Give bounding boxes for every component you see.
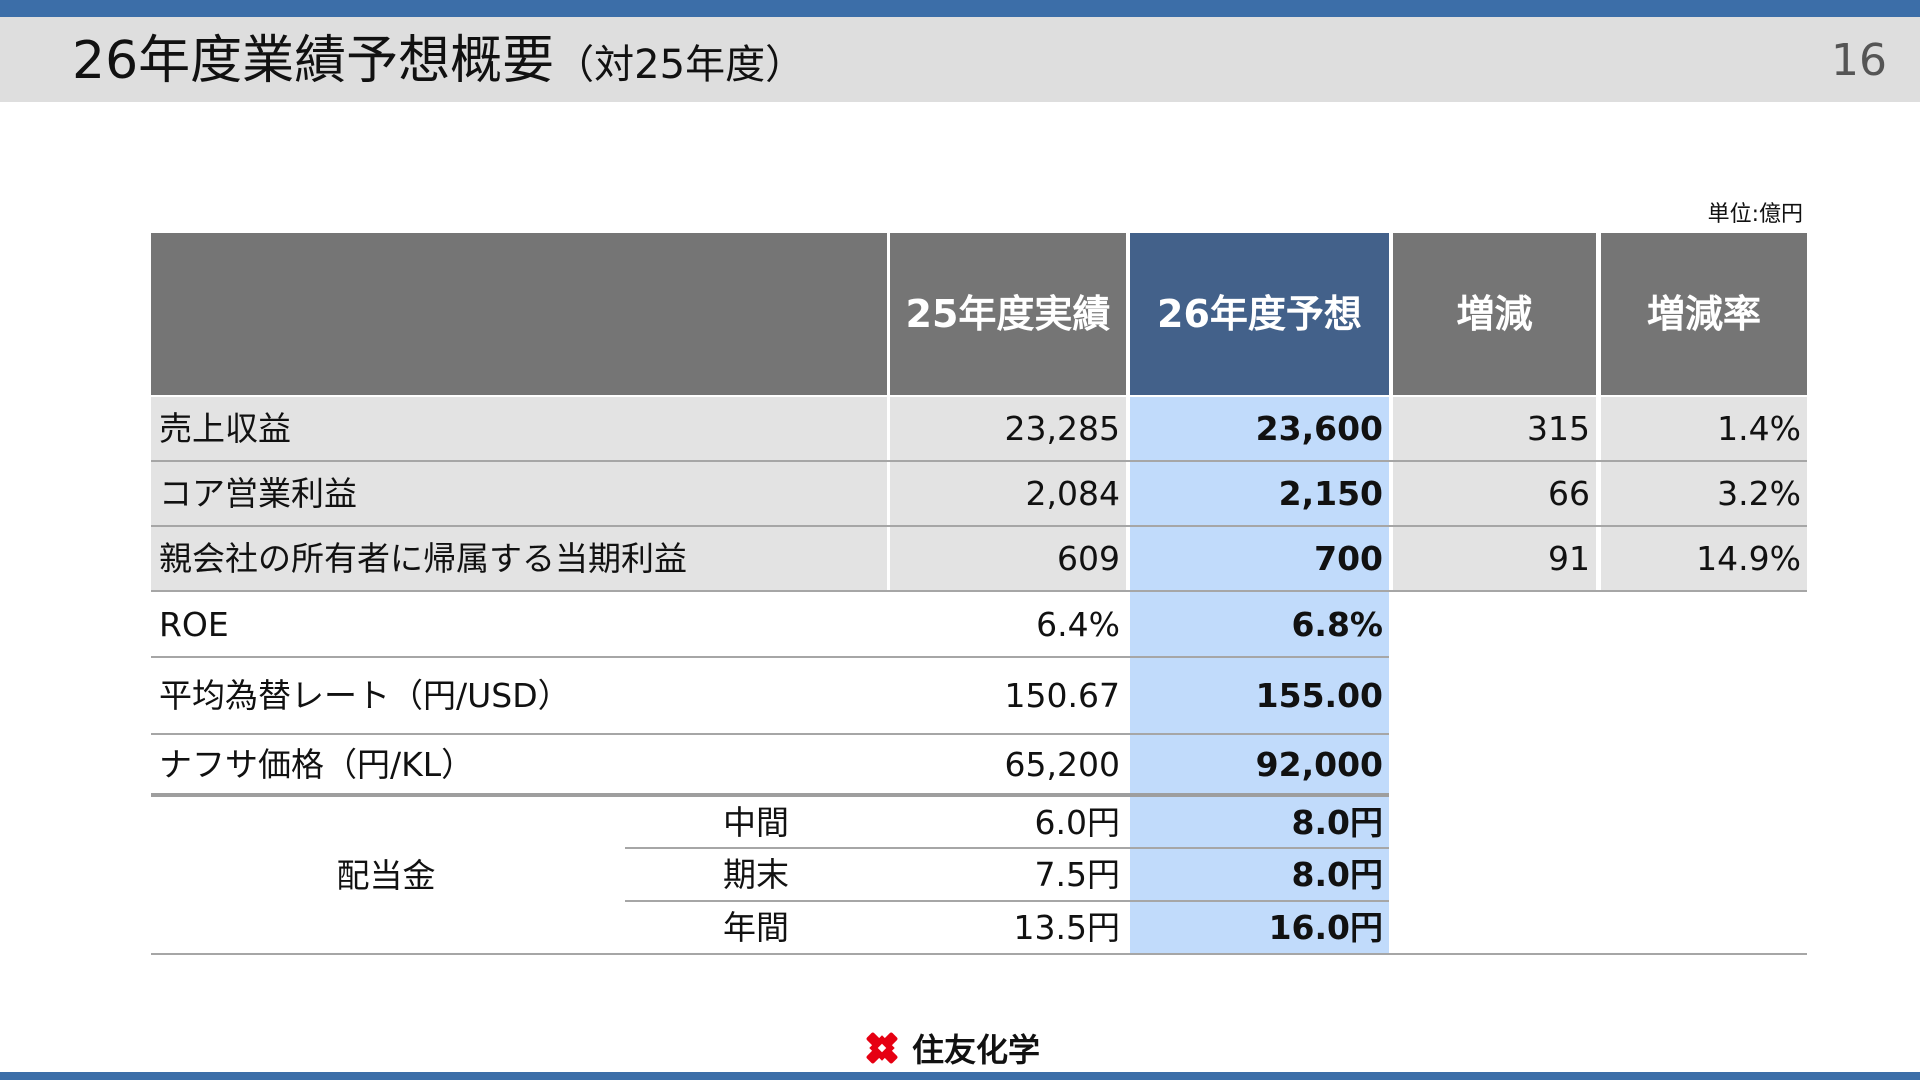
table-row-label: ナフサ価格（円/KL） — [159, 744, 475, 784]
header-actual: 25年度実績 — [890, 233, 1126, 395]
top-accent-bar — [0, 0, 1920, 17]
dividend-item-label: 年間 — [723, 908, 789, 947]
table-cell-forecast: 6.8% — [1130, 592, 1389, 656]
dividend-cell-actual: 6.0円 — [1034, 802, 1120, 842]
dividend-label: 配当金 — [336, 855, 436, 895]
table-cell-actual: 6.4% — [1036, 604, 1120, 644]
dividend-item-label: 中間 — [723, 802, 789, 842]
table-cell-forecast: 2,150 — [1130, 462, 1389, 525]
table-cell-rate: 1.4% — [1601, 397, 1807, 460]
sumitomo-igeta-icon — [866, 1032, 898, 1064]
table-cell-rate: 3.2% — [1601, 462, 1807, 525]
header-change-rate: 増減率 — [1601, 233, 1807, 395]
table-cell-forecast: 155.00 — [1130, 658, 1389, 733]
dividend-cell-actual: 13.5円 — [1013, 908, 1120, 947]
unit-label: 単位:億円 — [1707, 202, 1803, 227]
header-forecast: 26年度予想 — [1130, 233, 1389, 395]
page-title-subtitle: （対25年度） — [554, 42, 806, 88]
dividend-cell-actual: 7.5円 — [1034, 855, 1120, 894]
table-cell-actual: 2,084 — [890, 462, 1126, 525]
table-row-label: ROE — [159, 604, 229, 644]
table-cell-forecast: 700 — [1130, 527, 1389, 590]
dividend-item-label: 期末 — [723, 855, 789, 894]
table-cell-forecast: 92,000 — [1130, 735, 1389, 793]
table-row-label: コア営業利益 — [151, 462, 887, 525]
table-cell-forecast: 23,600 — [1130, 397, 1389, 460]
table-row-label: 親会社の所有者に帰属する当期利益 — [151, 527, 887, 590]
dividend-cell-forecast: 16.0円 — [1130, 902, 1389, 953]
dividend-cell-forecast: 8.0円 — [1130, 849, 1389, 900]
table-bottom-border — [151, 953, 1807, 955]
table-cell-change: 91 — [1393, 527, 1596, 590]
table-cell-actual: 150.67 — [1004, 676, 1120, 715]
table-cell-actual: 65,200 — [1004, 744, 1120, 784]
table-row-label: 売上収益 — [151, 397, 887, 460]
dividend-cell-forecast: 8.0円 — [1130, 797, 1389, 847]
bottom-accent-bar — [0, 1072, 1920, 1080]
company-logo: 住友化学 — [862, 1024, 1040, 1072]
header-change: 増減 — [1393, 233, 1596, 395]
table-cell-actual: 23,285 — [890, 397, 1126, 460]
page-number: 16 — [1831, 35, 1887, 86]
table-cell-rate: 14.9% — [1601, 527, 1807, 590]
table-cell-change: 66 — [1393, 462, 1596, 525]
table-cell-actual: 609 — [890, 527, 1126, 590]
header-blank-cell — [151, 233, 887, 395]
table-cell-change: 315 — [1393, 397, 1596, 460]
page-title: 26年度業績予想概要（対25年度） — [72, 22, 805, 104]
page-title-main: 26年度業績予想概要 — [72, 31, 555, 91]
company-name: 住友化学 — [912, 1031, 1041, 1069]
table-row-label: 平均為替レート（円/USD） — [159, 676, 571, 715]
